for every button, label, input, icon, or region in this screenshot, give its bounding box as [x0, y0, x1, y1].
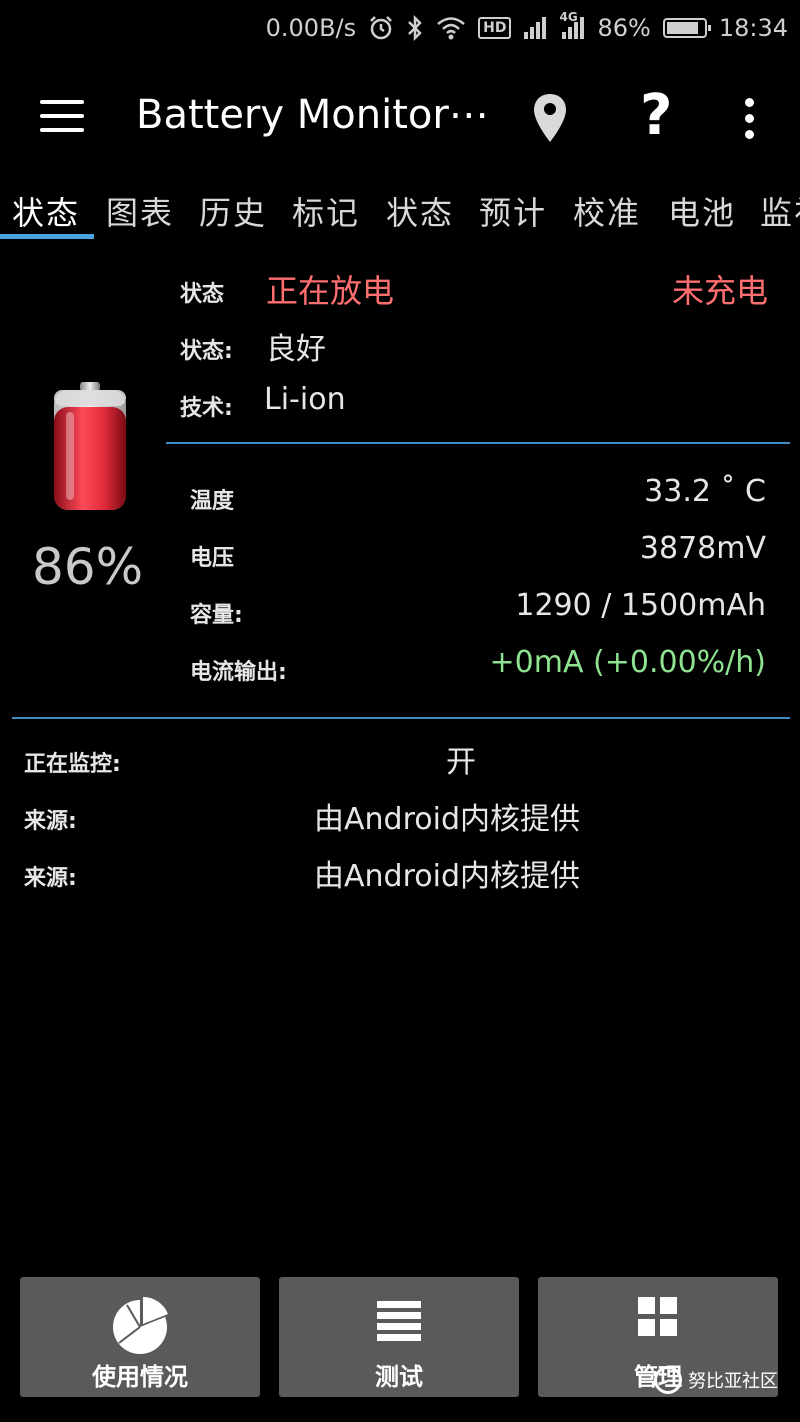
tab-battery[interactable]: 电池 [668, 188, 736, 234]
technology-label: 技术: [180, 396, 233, 421]
source-label-2: 来源: [24, 866, 77, 891]
charge-state-value: 未充电 [672, 272, 769, 310]
battery-graphic [50, 382, 130, 518]
current-value: +0mA (+0.00%/h) [489, 645, 766, 680]
temperature-value: 33.2 ˚ C [644, 474, 766, 509]
battery-icon [662, 18, 711, 38]
usage-button-label: 使用情况 [92, 1363, 188, 1391]
tab-chart[interactable]: 图表 [106, 188, 174, 234]
source-value-1: 由Android内核提供 [314, 802, 580, 837]
technology-value: Li-ion [264, 382, 346, 417]
hd-voice-icon: HD [478, 17, 512, 39]
source-label-1: 来源: [24, 809, 77, 834]
state-value: 正在放电 [266, 272, 395, 310]
signal-icon [523, 16, 547, 40]
menu-icon[interactable] [40, 100, 84, 134]
tab-calibrate[interactable]: 校准 [573, 188, 641, 234]
app-bar: Battery Monitor⋯ ? [0, 66, 800, 170]
battery-percent-text: 86% [597, 14, 651, 42]
watermark-text: 努比亚社区 [688, 1371, 778, 1392]
bluetooth-icon [406, 15, 424, 41]
net-speed: 0.00B/s [265, 14, 357, 42]
help-icon[interactable]: ? [640, 86, 672, 146]
tab-marks[interactable]: 标记 [292, 188, 360, 234]
watermark-logo-icon [654, 1366, 682, 1394]
network-type-label: 4G [559, 10, 578, 24]
source-value-2: 由Android内核提供 [314, 859, 580, 894]
alarm-icon [368, 15, 394, 41]
usage-button[interactable]: 使用情况 [20, 1277, 260, 1397]
test-button[interactable]: 测试 [279, 1277, 519, 1397]
status-bar: 0.00B/s HD 4G 86% 18:34 [0, 0, 800, 56]
voltage-label: 电压 [190, 546, 235, 571]
health-value: 良好 [266, 332, 326, 367]
health-label: 状态: [180, 339, 233, 364]
temperature-label: 温度 [190, 489, 235, 514]
tab-monitor[interactable]: 监视 [760, 188, 800, 234]
location-pin-icon[interactable] [532, 92, 568, 148]
clock: 18:34 [718, 14, 788, 42]
active-tab-indicator [0, 234, 94, 239]
wifi-icon [436, 16, 466, 40]
tab-status[interactable]: 状态 [12, 188, 80, 234]
state-label: 状态 [180, 282, 225, 307]
list-icon [375, 1295, 423, 1347]
divider-bottom [12, 717, 790, 719]
pie-chart-icon [107, 1295, 173, 1359]
capacity-label: 容量: [190, 603, 243, 628]
voltage-value: 3878mV [639, 531, 766, 566]
capacity-value: 1290 / 1500mAh [515, 588, 766, 623]
current-label: 电流输出: [190, 660, 287, 685]
tab-history[interactable]: 历史 [199, 188, 267, 234]
grid-icon [636, 1295, 680, 1343]
test-button-label: 测试 [375, 1363, 423, 1391]
app-title: Battery Monitor⋯ [136, 92, 489, 138]
more-options-icon[interactable] [742, 98, 756, 146]
signal-4g-icon: 4G [559, 10, 585, 40]
divider-top [166, 442, 790, 444]
watermark: 努比亚社区 [654, 1366, 778, 1394]
tab-estimate[interactable]: 预计 [479, 188, 547, 234]
tab-bar: 状态 图表 历史 标记 状态 预计 校准 电池 监视 [0, 182, 800, 240]
battery-fill [666, 22, 698, 34]
tab-status-2[interactable]: 状态 [386, 188, 454, 234]
monitoring-value: 开 [446, 745, 476, 780]
battery-percent: 86% [32, 538, 144, 596]
